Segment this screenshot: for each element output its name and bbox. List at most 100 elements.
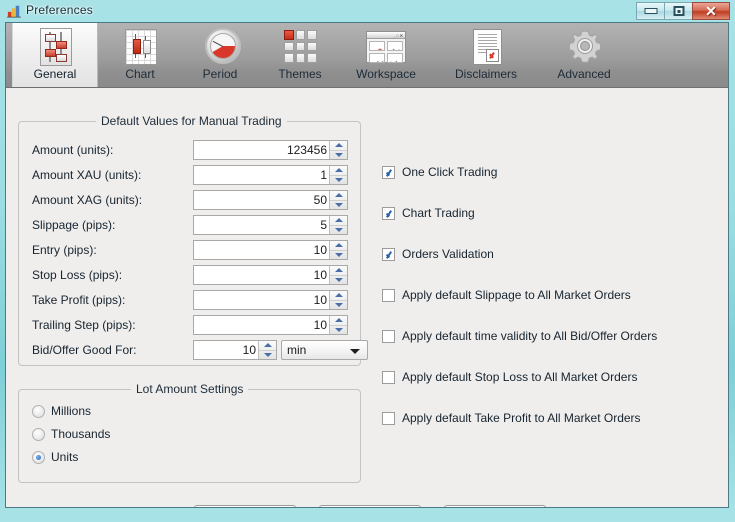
checkbox-apply-take-profit-box [382, 412, 395, 425]
tab-strip: General Chart Period Themes _□✕ Workspac… [6, 23, 728, 88]
checkbox-apply-take-profit-label: Apply default Take Profit to All Market … [402, 411, 641, 425]
tab-themes[interactable]: Themes [258, 23, 342, 87]
input-amount[interactable]: 123456 [193, 140, 348, 160]
tab-chart-label: Chart [125, 67, 155, 81]
input-entry-spinner[interactable] [329, 241, 347, 259]
input-amount-xau-value: 1 [320, 168, 327, 182]
minimize-button[interactable] [636, 2, 664, 20]
tab-disclaimers[interactable]: Disclaimers [436, 23, 536, 87]
label-take-profit: Take Profit (pips): [32, 293, 126, 307]
input-slippage-spinner[interactable] [329, 216, 347, 234]
app-icon [7, 5, 21, 18]
chevron-down-icon [350, 349, 360, 354]
checkbox-apply-stop-loss-label: Apply default Stop Loss to All Market Or… [402, 370, 638, 384]
checkbox-chart-trading-box [382, 207, 395, 220]
field-row-entry: Entry (pips): 10 [19, 240, 360, 261]
lot-amount-groupbox: Lot Amount Settings Millions Thousands U… [18, 382, 361, 483]
default-button[interactable]: Default [444, 505, 546, 507]
checkbox-one-click-trading-label: One Click Trading [402, 165, 498, 179]
input-amount-spinner[interactable] [329, 141, 347, 159]
label-entry: Entry (pips): [32, 243, 97, 257]
checkbox-chart-trading-label: Chart Trading [402, 206, 475, 220]
default-values-group-title: Default Values for Manual Trading [96, 114, 287, 128]
checkbox-apply-time-validity-box [382, 330, 395, 343]
input-good-for-value: 10 [242, 343, 256, 357]
candlestick-icon [119, 28, 161, 66]
input-amount-xag-spinner[interactable] [329, 191, 347, 209]
tab-content-general: Default Values for Manual Trading Amount… [6, 88, 728, 507]
checkbox-one-click-trading-box [382, 166, 395, 179]
preferences-window: Preferences ✕ General Chart Period Theme… [0, 0, 735, 522]
good-for-unit-value: min [287, 343, 307, 357]
radio-units-icon [32, 451, 45, 464]
input-amount-xau-spinner[interactable] [329, 166, 347, 184]
ok-button[interactable]: OK [194, 505, 296, 507]
input-stop-loss[interactable]: 10 [193, 265, 348, 285]
label-amount-xau: Amount XAU (units): [32, 168, 142, 182]
tab-workspace[interactable]: _□✕ Workspace [338, 23, 434, 87]
field-row-stop-loss: Stop Loss (pips): 10 [19, 265, 360, 286]
radio-thousands-label: Thousands [51, 427, 111, 441]
input-trailing-step-spinner[interactable] [329, 316, 347, 334]
label-slippage: Slippage (pips): [32, 218, 116, 232]
lot-amount-group-title: Lot Amount Settings [131, 382, 249, 396]
input-take-profit-spinner[interactable] [329, 291, 347, 309]
restore-icon [673, 6, 684, 16]
tab-general-label: General [33, 67, 77, 81]
field-row-amount: Amount (units): 123456 [19, 140, 360, 161]
input-entry[interactable]: 10 [193, 240, 348, 260]
tab-advanced[interactable]: Advanced [538, 23, 630, 87]
input-stop-loss-spinner[interactable] [329, 266, 347, 284]
clock-icon [199, 28, 241, 66]
field-row-take-profit: Take Profit (pips): 10 [19, 290, 360, 311]
input-good-for-spinner[interactable] [258, 341, 276, 359]
input-trailing-step[interactable]: 10 [193, 315, 348, 335]
sliders-icon [34, 28, 76, 66]
gear-icon [563, 28, 605, 66]
input-take-profit-value: 10 [313, 293, 327, 307]
close-button[interactable]: ✕ [692, 2, 730, 20]
label-good-for: Bid/Offer Good For: [32, 343, 137, 357]
cancel-button[interactable]: Cancel [319, 505, 421, 507]
label-stop-loss: Stop Loss (pips): [32, 268, 123, 282]
minimize-icon [644, 8, 657, 14]
radio-units-label: Units [51, 450, 79, 464]
input-good-for[interactable]: 10 [193, 340, 277, 360]
tab-general[interactable]: General [12, 23, 98, 87]
input-stop-loss-value: 10 [313, 268, 327, 282]
input-slippage-value: 5 [320, 218, 327, 232]
input-take-profit[interactable]: 10 [193, 290, 348, 310]
label-trailing-step: Trailing Step (pips): [32, 318, 136, 332]
checkbox-orders-validation-label: Orders Validation [402, 247, 494, 261]
checkbox-apply-slippage-label: Apply default Slippage to All Market Ord… [402, 288, 631, 302]
window-title: Preferences [26, 3, 93, 17]
input-amount-value: 123456 [286, 143, 327, 157]
title-bar: Preferences ✕ [0, 0, 735, 22]
checkbox-apply-slippage-box [382, 289, 395, 302]
checkbox-orders-validation-box [382, 248, 395, 261]
input-amount-xag[interactable]: 50 [193, 190, 348, 210]
field-row-good-for: Bid/Offer Good For: 10 min [19, 340, 368, 361]
good-for-unit-select[interactable]: min [281, 340, 368, 360]
client-area: General Chart Period Themes _□✕ Workspac… [5, 22, 729, 508]
tab-chart[interactable]: Chart [98, 23, 182, 87]
window-controls: ✕ [636, 2, 730, 21]
tab-workspace-label: Workspace [356, 67, 416, 81]
tab-themes-label: Themes [278, 67, 322, 81]
tab-advanced-label: Advanced [557, 67, 611, 81]
label-amount-xag: Amount XAG (units): [32, 193, 143, 207]
tab-period-label: Period [202, 67, 238, 81]
field-row-amount-xag: Amount XAG (units): 50 [19, 190, 360, 211]
radio-millions-icon [32, 405, 45, 418]
input-amount-xag-value: 50 [313, 193, 327, 207]
input-amount-xau[interactable]: 1 [193, 165, 348, 185]
input-trailing-step-value: 10 [313, 318, 327, 332]
input-slippage[interactable]: 5 [193, 215, 348, 235]
tab-period[interactable]: Period [178, 23, 262, 87]
radio-thousands-icon [32, 428, 45, 441]
restore-button[interactable] [664, 2, 692, 20]
checkbox-apply-stop-loss-box [382, 371, 395, 384]
default-values-groupbox: Default Values for Manual Trading Amount… [18, 114, 368, 366]
document-check-icon [465, 28, 507, 66]
tab-disclaimers-label: Disclaimers [454, 67, 517, 81]
